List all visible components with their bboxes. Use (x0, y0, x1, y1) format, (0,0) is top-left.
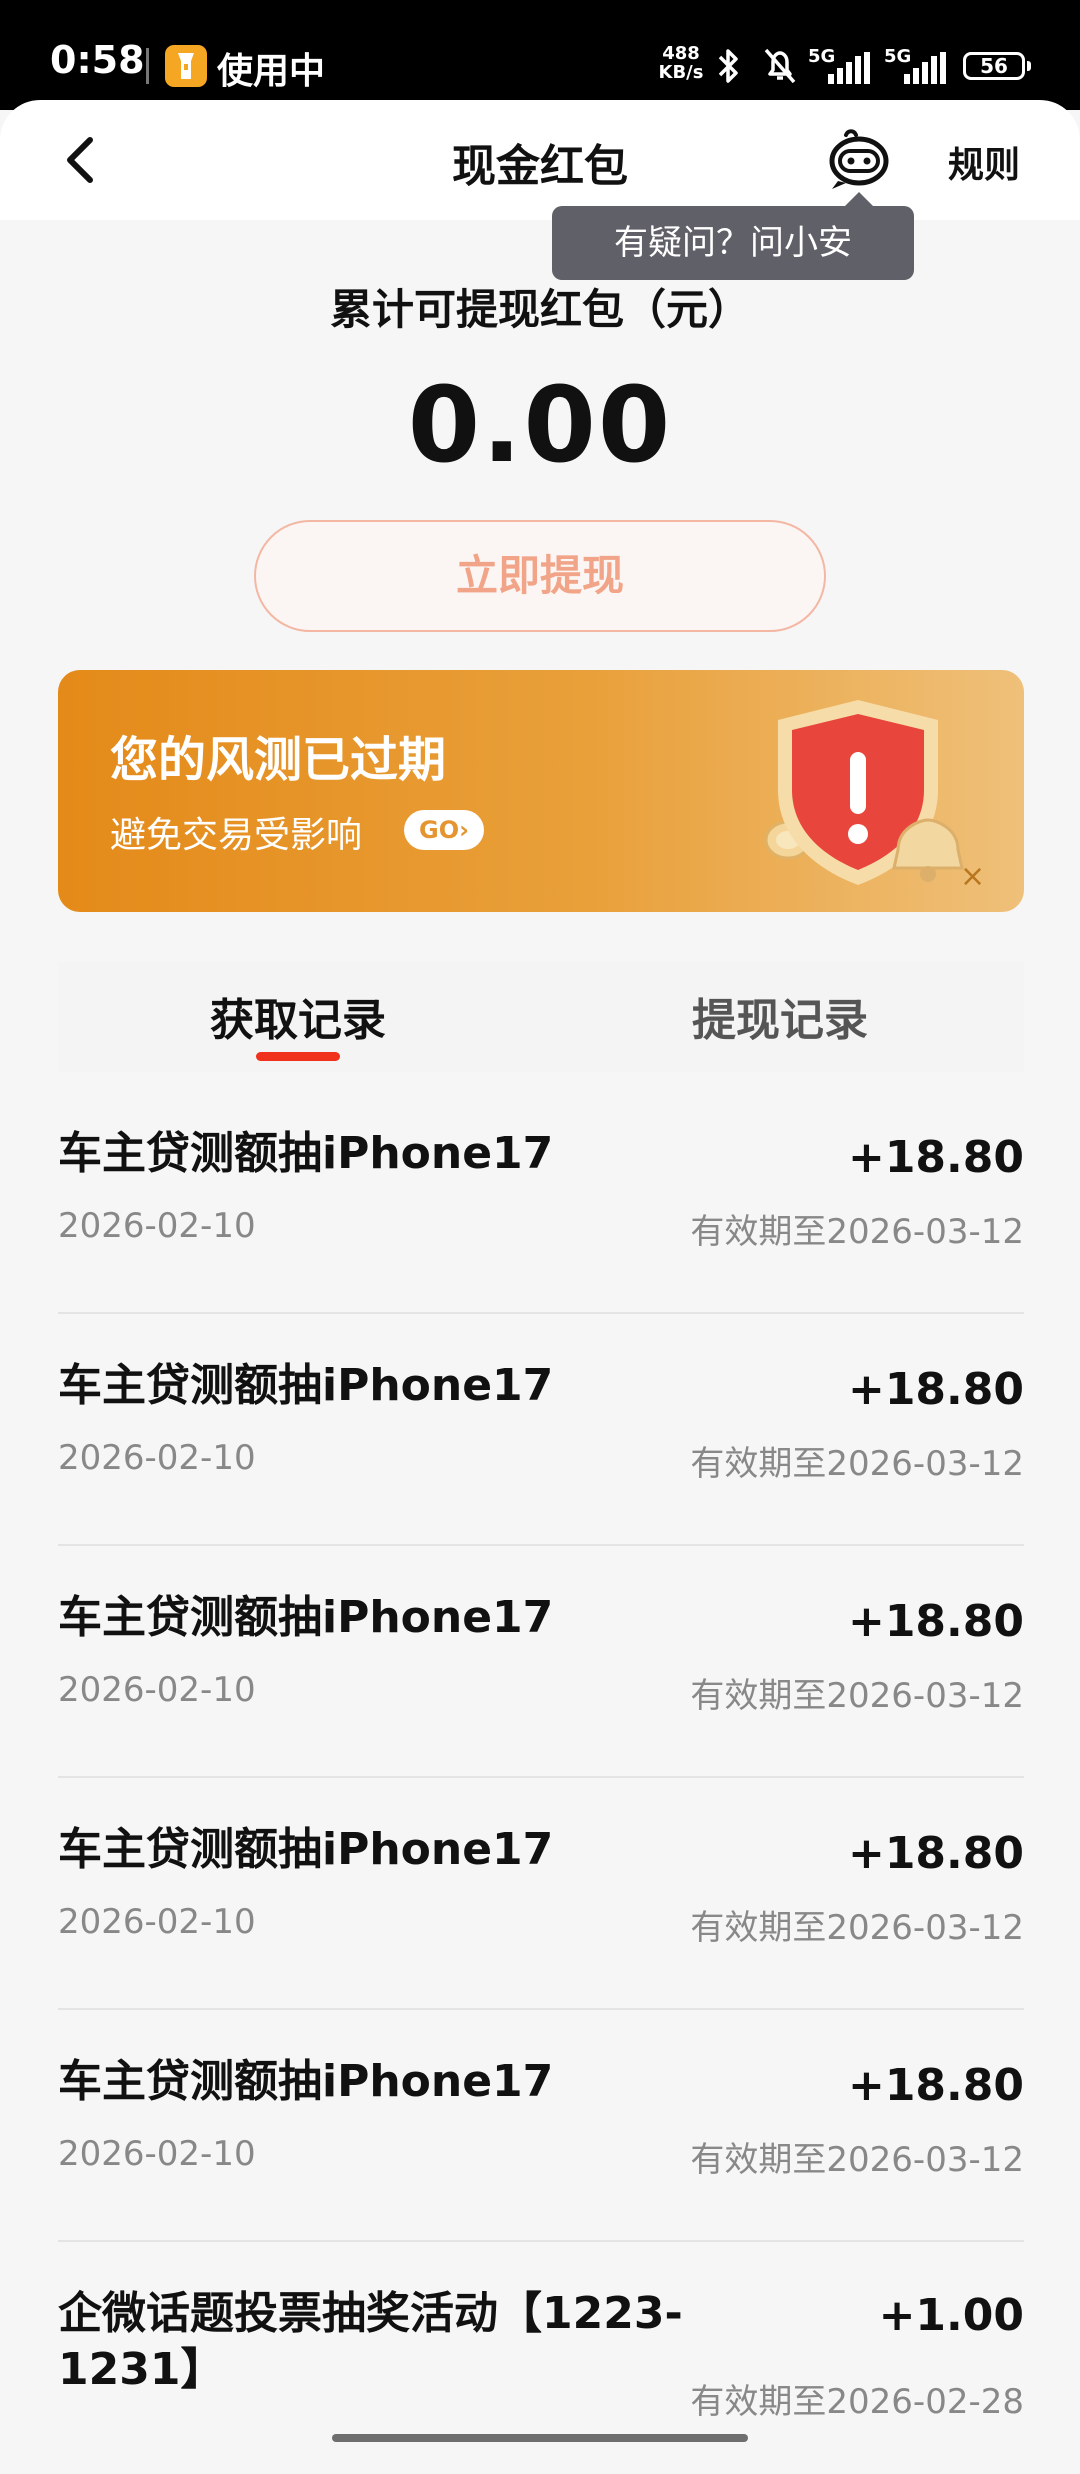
tab-withdraw-records[interactable]: 提现记录 (692, 984, 868, 1048)
list-item[interactable]: 车主贷测额抽iPhone17 2026-02-10 +18.80 有效期至202… (58, 2010, 1024, 2242)
battery-icon: 56 (963, 52, 1031, 80)
withdraw-button[interactable]: 立即提现 (254, 520, 826, 632)
record-title: 企微话题投票抽奖活动【1223-1231】 (58, 2288, 683, 2395)
record-expiry: 有效期至2026-03-12 (690, 1676, 1024, 1716)
bluetooth-icon (718, 49, 738, 83)
network-speed-value: 488 (662, 43, 700, 64)
risk-go-button[interactable]: GO› (404, 810, 484, 850)
signal-icon-2 (904, 52, 946, 84)
record-date: 2026-02-10 (58, 1902, 256, 1942)
record-amount: +18.80 (847, 2060, 1024, 2111)
list-item[interactable]: 车主贷测额抽iPhone17 2026-02-10 +18.80 有效期至202… (58, 1082, 1024, 1314)
record-title: 车主贷测额抽iPhone17 (58, 1824, 554, 1875)
record-amount: +18.80 (847, 1828, 1024, 1879)
risk-banner-title: 您的风测已过期 (110, 732, 447, 788)
home-indicator[interactable] (332, 2434, 748, 2442)
record-amount: +18.80 (847, 1364, 1024, 1415)
page-title: 现金红包 (452, 141, 628, 192)
status-divider (146, 48, 149, 84)
record-date: 2026-02-10 (58, 2134, 256, 2174)
assistant-tooltip[interactable]: 有疑问？问小安 (552, 192, 914, 280)
record-title: 车主贷测额抽iPhone17 (58, 1360, 554, 1411)
record-tabs: 获取记录 提现记录 (58, 962, 1024, 1072)
record-date: 2026-02-10 (58, 1206, 256, 1246)
nav-bar: 现金红包 规则 (0, 100, 1080, 220)
status-time: 0:58 (50, 38, 145, 82)
status-app-text: 使用中 (217, 51, 326, 92)
network-speed-unit: KB/s (658, 62, 704, 83)
record-amount: +18.80 (847, 1132, 1024, 1183)
flashlight-icon (165, 45, 207, 87)
risk-go-label: GO (419, 816, 460, 844)
record-expiry: 有效期至2026-03-12 (690, 1212, 1024, 1252)
record-title: 车主贷测额抽iPhone17 (58, 1128, 554, 1179)
tab-get-records[interactable]: 获取记录 (210, 984, 386, 1048)
mute-bell-icon (764, 48, 796, 84)
record-expiry: 有效期至2026-03-12 (690, 1444, 1024, 1484)
rules-link[interactable]: 规则 (948, 136, 1020, 188)
close-icon[interactable]: × (960, 862, 985, 892)
status-bar: 0:58 使用中 488 KB/s 5G 5G 56 (0, 0, 1080, 110)
balance-label: 累计可提现红包（元） (329, 285, 750, 334)
risk-assessment-banner[interactable]: 您的风测已过期 避免交易受影响 GO› × (58, 670, 1024, 912)
list-item[interactable]: 车主贷测额抽iPhone17 2026-02-10 +18.80 有效期至202… (58, 1314, 1024, 1546)
balance-amount: 0.00 (407, 364, 673, 486)
list-item[interactable]: 车主贷测额抽iPhone17 2026-02-10 +18.80 有效期至202… (58, 1778, 1024, 2010)
signal-icon (828, 52, 870, 84)
active-tab-indicator (256, 1052, 340, 1061)
chevron-right-icon: › (459, 816, 469, 844)
battery-level: 56 (980, 54, 1008, 78)
record-title: 车主贷测额抽iPhone17 (58, 1592, 554, 1643)
record-date: 2026-02-10 (58, 1438, 256, 1478)
record-expiry: 有效期至2026-02-28 (690, 2382, 1024, 2422)
record-amount: +18.80 (847, 1596, 1024, 1647)
risk-banner-subtitle: 避免交易受影响 (110, 815, 363, 856)
network-speed: 488 KB/s (658, 44, 704, 82)
assistant-robot-icon[interactable] (826, 127, 892, 191)
list-item[interactable]: 车主贷测额抽iPhone17 2026-02-10 +18.80 有效期至202… (58, 1546, 1024, 1778)
record-date: 2026-02-10 (58, 1670, 256, 1710)
record-title: 车主贷测额抽iPhone17 (58, 2056, 554, 2107)
record-expiry: 有效期至2026-03-12 (690, 1908, 1024, 1948)
record-expiry: 有效期至2026-03-12 (690, 2140, 1024, 2180)
record-amount: +1.00 (878, 2290, 1024, 2341)
